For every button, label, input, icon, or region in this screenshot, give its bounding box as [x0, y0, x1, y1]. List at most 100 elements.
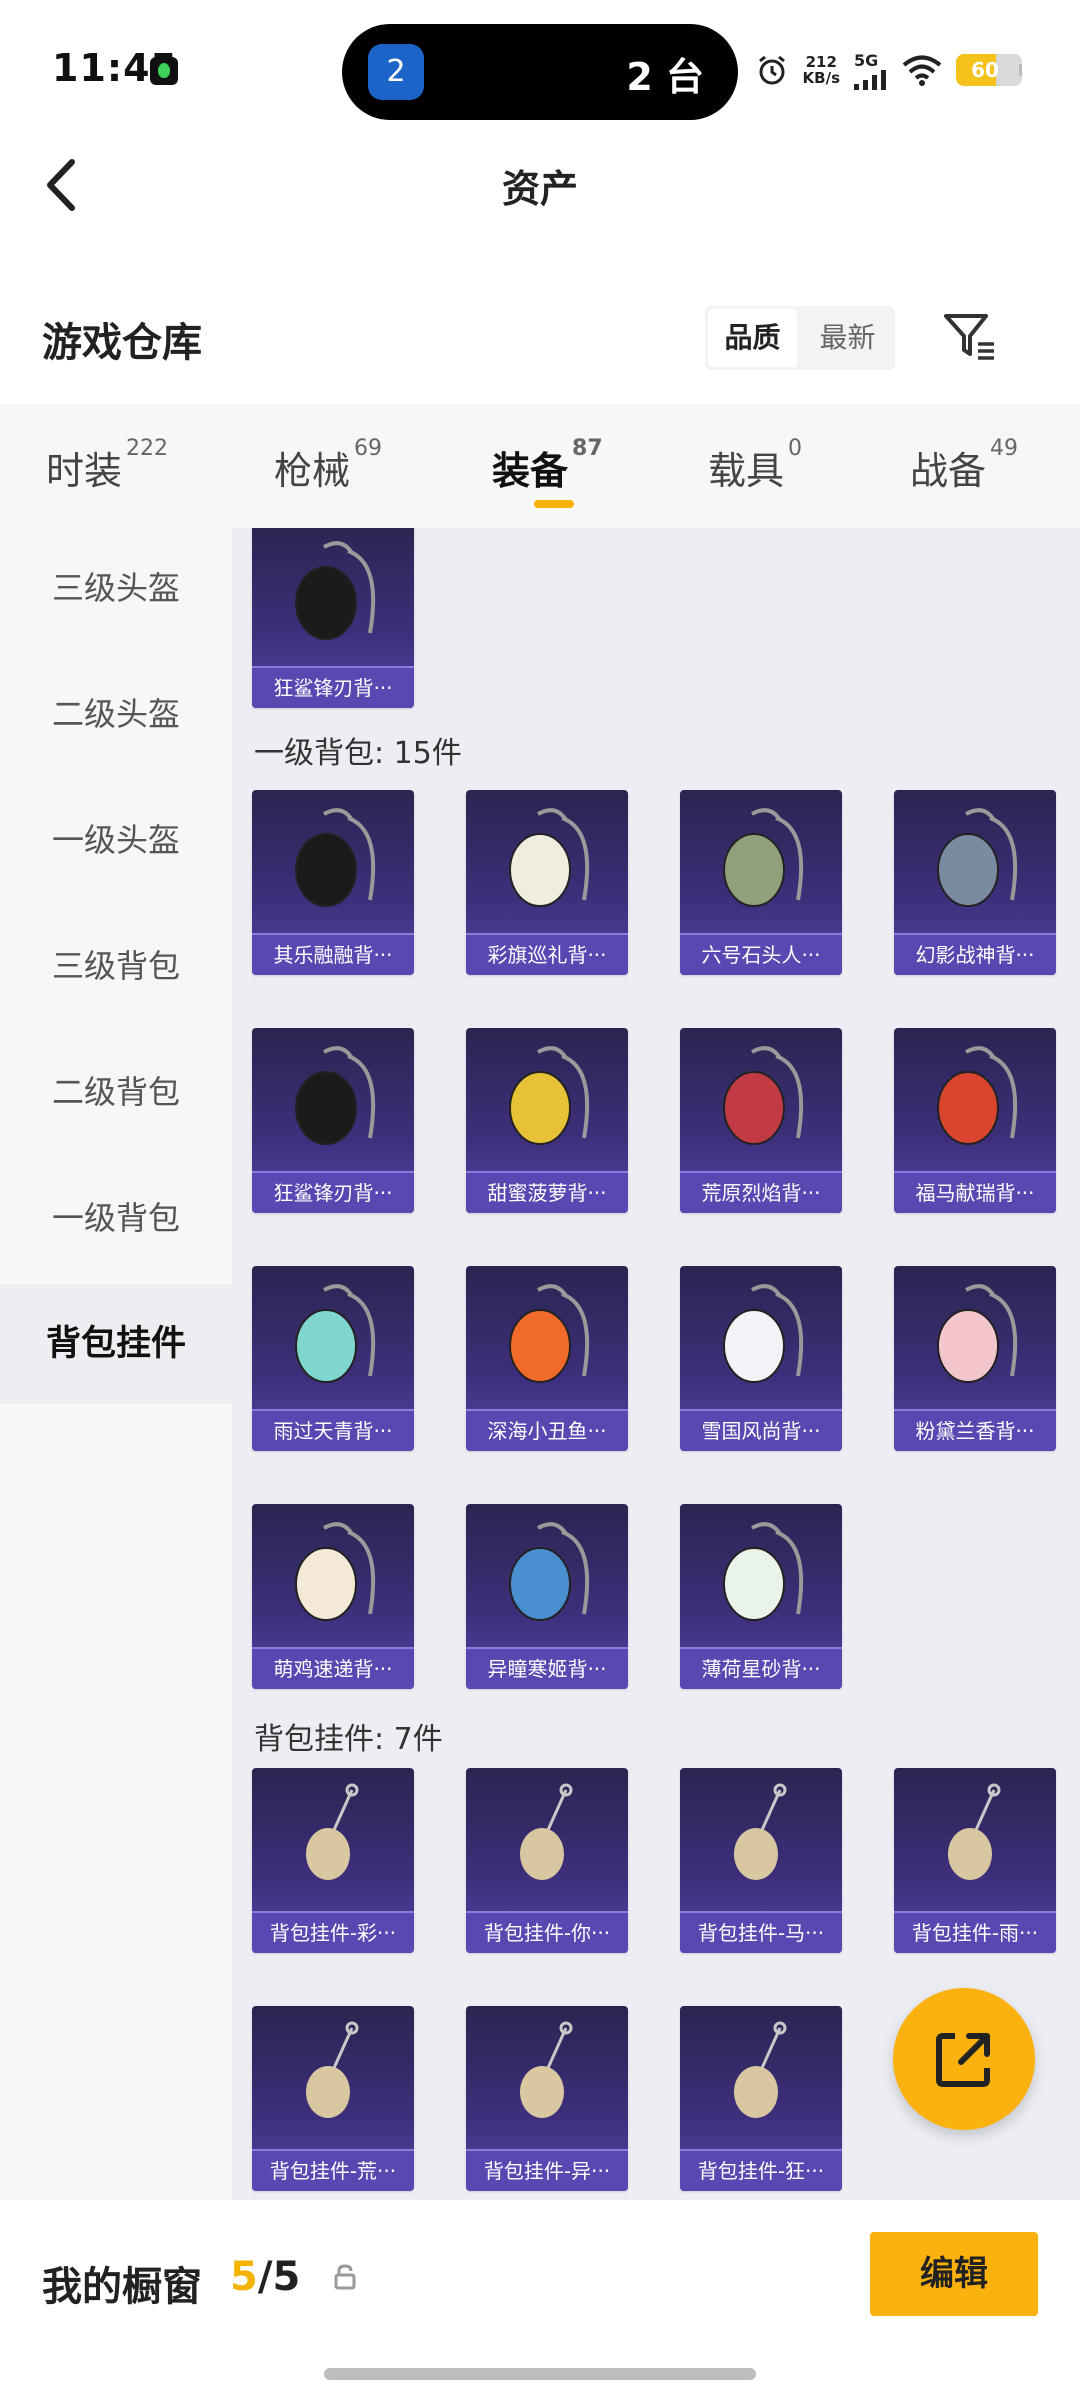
- sort-newest-button[interactable]: 最新: [803, 309, 892, 367]
- warehouse-title: 游戏仓库: [42, 320, 202, 366]
- backpack-icon: [295, 1284, 376, 1383]
- backpack-icon: [937, 1046, 1018, 1145]
- lock-icon: [334, 2264, 356, 2290]
- showcase-bar: 我的橱窗 5/5 编辑: [0, 2200, 1080, 2400]
- item-card-label: 深海小丑鱼···: [466, 1409, 628, 1451]
- share-export-button[interactable]: [893, 1988, 1035, 2130]
- item-card[interactable]: 雪国风尚背···: [680, 1266, 842, 1451]
- tab-label: 载具: [708, 449, 785, 493]
- item-card-label: 幻影战神背···: [894, 933, 1056, 975]
- item-card[interactable]: 其乐融融背···: [252, 790, 414, 975]
- tab-vehicles[interactable]: 载具0: [708, 436, 802, 495]
- item-card[interactable]: 背包挂件-彩···: [252, 1768, 414, 1953]
- filter-icon[interactable]: [940, 306, 1000, 366]
- item-card-label: 背包挂件-荒···: [252, 2149, 414, 2191]
- charm-icon: [520, 2021, 573, 2118]
- backpack-icon: [723, 808, 804, 907]
- active-tab-indicator: [534, 500, 574, 508]
- sort-quality-button[interactable]: 品质: [708, 309, 797, 367]
- item-card[interactable]: 背包挂件-荒···: [252, 2006, 414, 2191]
- backpack-icon: [295, 541, 376, 640]
- sidebar-item-level3-helmet[interactable]: 三级头盔: [0, 528, 232, 648]
- item-card[interactable]: 背包挂件-马···: [680, 1768, 842, 1953]
- item-card[interactable]: 甜蜜菠萝背···: [466, 1028, 628, 1213]
- signal-icon: [854, 69, 886, 90]
- app-notification-icon: [150, 57, 178, 85]
- item-card[interactable]: 深海小丑鱼···: [466, 1266, 628, 1451]
- sidebar-item-level3-backpack[interactable]: 三级背包: [0, 906, 232, 1026]
- item-card-label: 粉黛兰香背···: [894, 1409, 1056, 1451]
- cellular: 5G: [854, 51, 888, 90]
- item-card-label: 背包挂件-马···: [680, 1911, 842, 1953]
- sidebar-item-level1-helmet[interactable]: 一级头盔: [0, 780, 232, 900]
- tab-supplies[interactable]: 战备49: [910, 436, 1018, 495]
- item-card-label: 荒原烈焰背···: [680, 1171, 842, 1213]
- wifi-icon: [902, 55, 942, 86]
- backpack-icon: [509, 1522, 590, 1621]
- sidebar-item-level1-backpack[interactable]: 一级背包: [0, 1158, 232, 1278]
- item-card[interactable]: 荒原烈焰背···: [680, 1028, 842, 1213]
- backpack-icon: [509, 1284, 590, 1383]
- backpack-icon: [509, 808, 590, 907]
- item-card[interactable]: 异瞳寒姬背···: [466, 1504, 628, 1689]
- item-card[interactable]: 幻影战神背···: [894, 790, 1056, 975]
- section-label-backpack-charm: 背包挂件: 7件: [254, 1722, 443, 1757]
- sidebar-item-level2-helmet[interactable]: 二级头盔: [0, 654, 232, 774]
- item-card[interactable]: 背包挂件-你···: [466, 1768, 628, 1953]
- tab-equipment[interactable]: 装备87: [492, 436, 603, 495]
- item-card-label: 福马献瑞背···: [894, 1171, 1056, 1213]
- island-icon-label: 2: [386, 54, 406, 89]
- item-card-label: 背包挂件-异···: [466, 2149, 628, 2191]
- network-speed: 212 KB/s: [803, 54, 840, 86]
- item-card-label: 异瞳寒姬背···: [466, 1647, 628, 1689]
- item-card-label: 背包挂件-雨···: [894, 1911, 1056, 1953]
- item-card[interactable]: 粉黛兰香背···: [894, 1266, 1056, 1451]
- page-title: 资产: [501, 167, 578, 211]
- backpack-icon: [723, 1284, 804, 1383]
- item-card-label: 背包挂件-彩···: [252, 1911, 414, 1953]
- dynamic-island[interactable]: 2 2 台: [342, 24, 738, 120]
- backpack-icon: [295, 1522, 376, 1621]
- showcase-count-current: 5: [230, 2254, 258, 2300]
- hotspot-icon: 2: [368, 44, 424, 100]
- item-card-label: 狂鲨锋刃背···: [252, 666, 414, 708]
- tab-weapons[interactable]: 枪械69: [274, 436, 382, 495]
- charm-icon: [520, 1783, 573, 1880]
- section-label-level1-backpack: 一级背包: 15件: [254, 736, 462, 771]
- item-card[interactable]: 福马献瑞背···: [894, 1028, 1056, 1213]
- charm-icon: [948, 1783, 1001, 1880]
- item-card-label: 背包挂件-你···: [466, 1911, 628, 1953]
- item-card[interactable]: 彩旗巡礼背···: [466, 790, 628, 975]
- sidebar-item-backpack-charm[interactable]: 背包挂件: [0, 1284, 232, 1404]
- tab-fashion[interactable]: 时装222: [46, 436, 168, 495]
- item-card[interactable]: 萌鸡速递背···: [252, 1504, 414, 1689]
- item-card[interactable]: 狂鲨锋刃背···: [252, 528, 414, 708]
- tab-label: 装备: [492, 449, 569, 493]
- backpack-icon: [723, 1046, 804, 1145]
- island-text: 2 台: [626, 55, 704, 99]
- item-card[interactable]: 背包挂件-雨···: [894, 1768, 1056, 1953]
- item-card[interactable]: 背包挂件-狂···: [680, 2006, 842, 2191]
- backpack-icon: [937, 1284, 1018, 1383]
- item-card-label: 其乐融融背···: [252, 933, 414, 975]
- speed-unit: KB/s: [802, 69, 840, 87]
- item-card[interactable]: 背包挂件-异···: [466, 2006, 628, 2191]
- item-card[interactable]: 薄荷星砂背···: [680, 1504, 842, 1689]
- item-card-label: 彩旗巡礼背···: [466, 933, 628, 975]
- backpack-icon: [295, 1046, 376, 1145]
- item-card-label: 甜蜜菠萝背···: [466, 1171, 628, 1213]
- item-card[interactable]: 狂鲨锋刃背···: [252, 1028, 414, 1213]
- edit-button[interactable]: 编辑: [870, 2232, 1038, 2316]
- tab-label: 枪械: [274, 449, 351, 493]
- tab-label: 时装: [46, 449, 123, 493]
- battery-level: 60: [971, 58, 999, 82]
- charm-icon: [306, 2021, 359, 2118]
- home-indicator: [324, 2368, 756, 2380]
- item-card[interactable]: 六号石头人···: [680, 790, 842, 975]
- item-card[interactable]: 雨过天青背···: [252, 1266, 414, 1451]
- tab-label: 战备: [910, 449, 987, 493]
- speed-value: 212: [805, 53, 837, 71]
- item-card-label: 雨过天青背···: [252, 1409, 414, 1451]
- sidebar-item-level2-backpack[interactable]: 二级背包: [0, 1032, 232, 1152]
- item-card-label: 萌鸡速递背···: [252, 1647, 414, 1689]
